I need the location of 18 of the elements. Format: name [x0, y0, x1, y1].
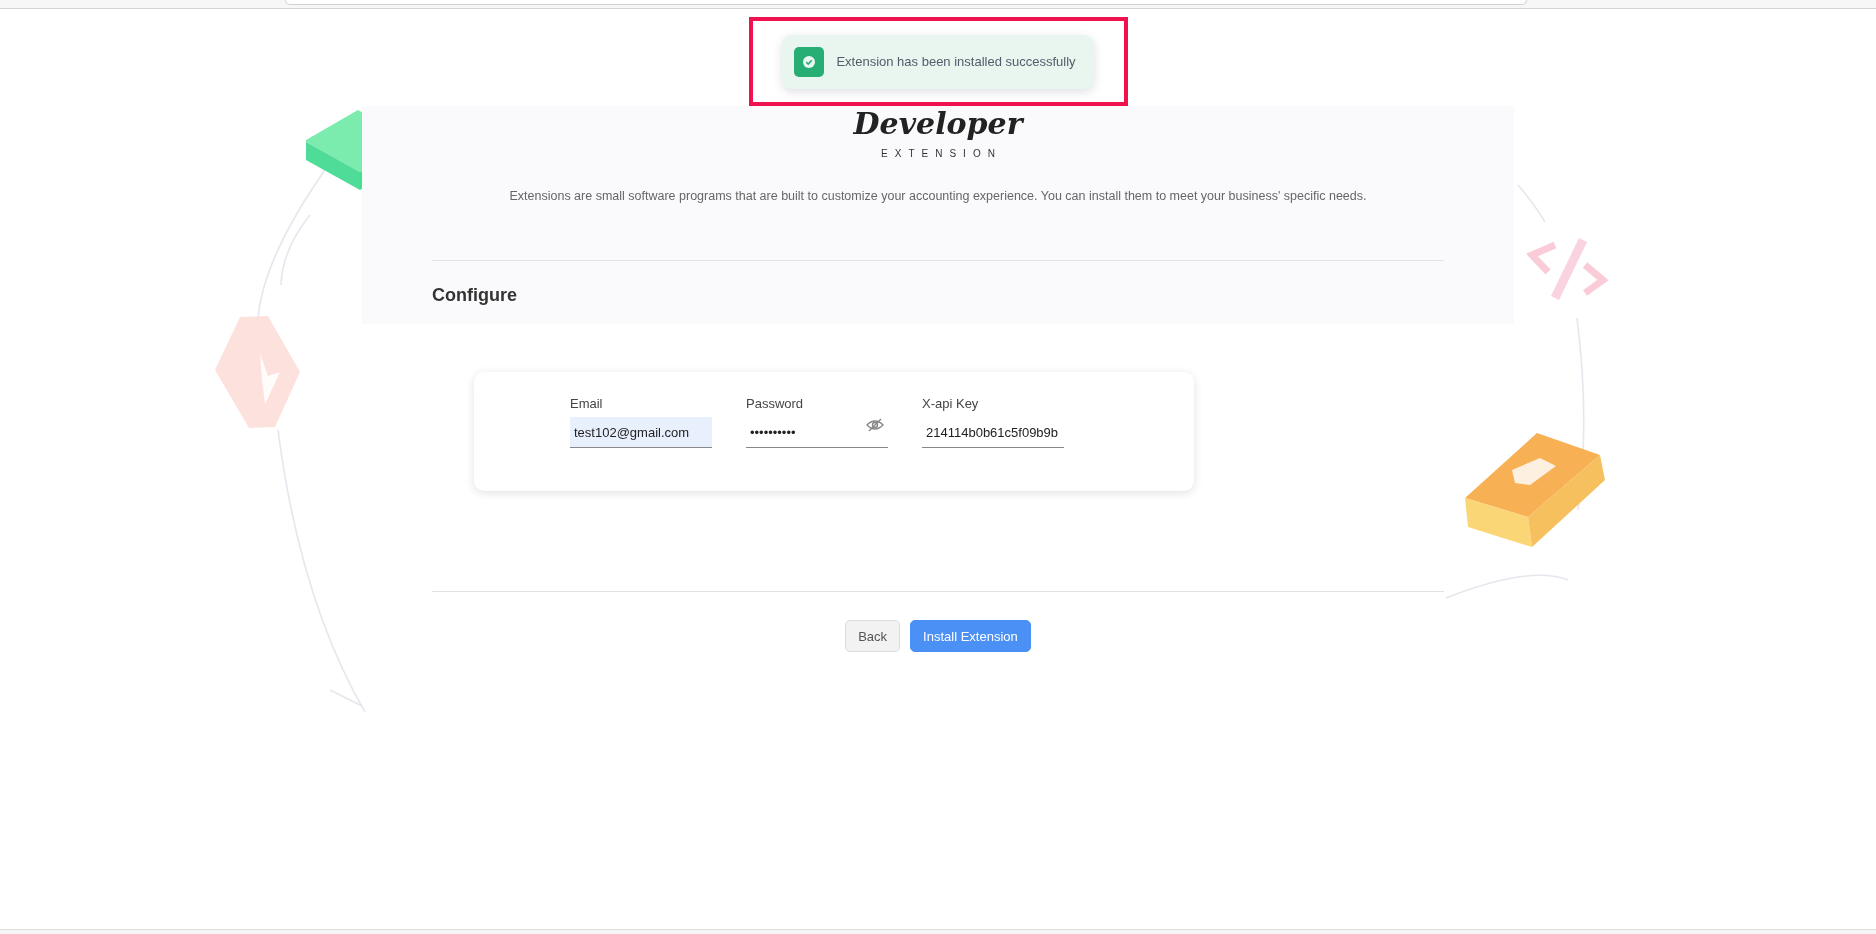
password-field[interactable]: •••••••••• [746, 417, 888, 448]
puzzle-box-icon [1465, 433, 1605, 547]
toast-message: Extension has been installed successfully [836, 54, 1076, 69]
section-title: Configure [432, 285, 518, 306]
visibility-toggle[interactable] [866, 418, 884, 432]
back-button[interactable]: Back [845, 620, 901, 652]
field-label: Password [746, 396, 805, 411]
input-field[interactable]: test102@gmail.com [570, 417, 712, 448]
field-label: X-api Key [922, 396, 980, 411]
hexagon-phone-icon [215, 316, 300, 428]
field-label: Email [570, 396, 604, 411]
arc-line [1517, 184, 1546, 223]
brand-title: Developer [853, 106, 1023, 142]
brand-subtitle: EXTENSION [880, 148, 1002, 159]
description-text: Extensions are small software programs that are built to customize your accounting experience. You can install them to meet your business' specific needs. [509, 189, 1367, 203]
eye-off-icon [866, 418, 884, 432]
code-icon [1526, 238, 1609, 300]
input-field[interactable]: 214114b0b61c5f09b9b [922, 417, 1064, 448]
